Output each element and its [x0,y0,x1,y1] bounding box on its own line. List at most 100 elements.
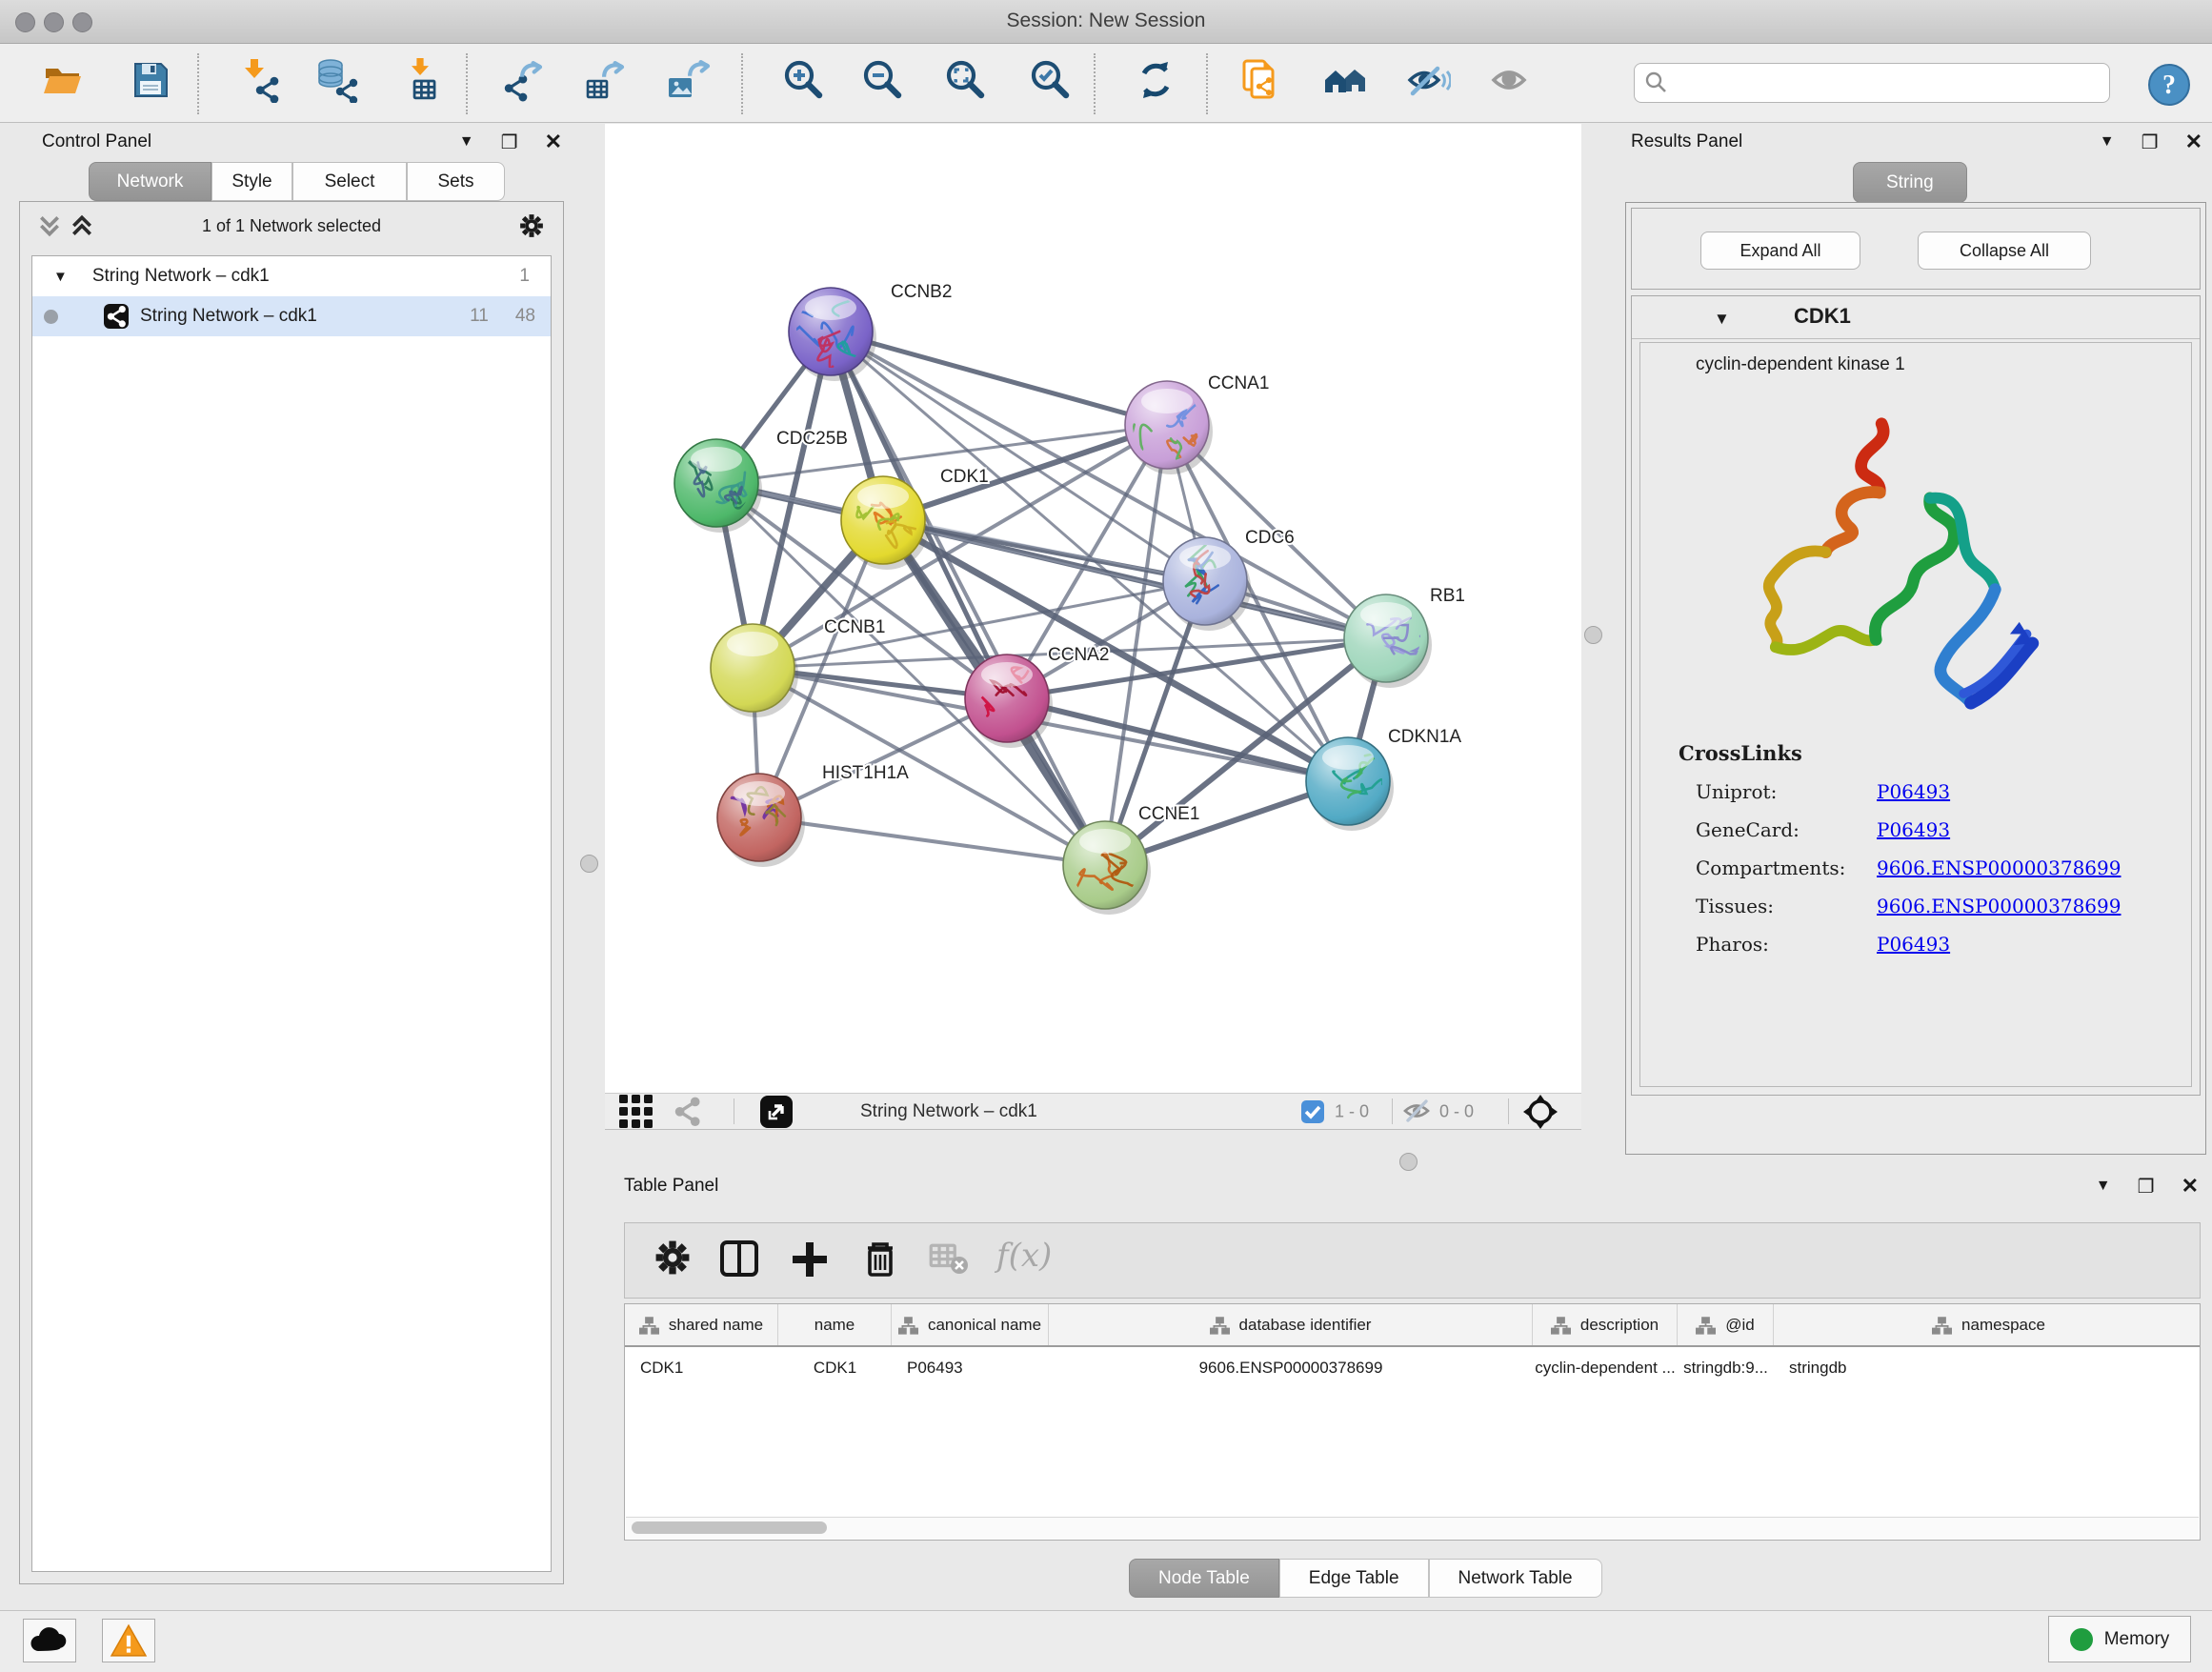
network-node-cdc6[interactable] [1163,537,1251,631]
save-session-button[interactable] [128,57,173,103]
tab-network-table[interactable]: Network Table [1429,1559,1602,1598]
tab-edge-table[interactable]: Edge Table [1279,1559,1429,1598]
delete-column-icon[interactable] [858,1237,908,1286]
network-edge[interactable] [831,332,1386,638]
tab-network[interactable]: Network [89,162,211,201]
tab-sets[interactable]: Sets [407,162,505,201]
hide-selection-button[interactable] [1405,57,1451,103]
cloud-status-button[interactable] [23,1619,76,1662]
cell-description[interactable]: cyclin-dependent ... [1533,1347,1678,1388]
tab-select[interactable]: Select [292,162,407,201]
network-node-ccna2[interactable] [965,655,1053,748]
expand-all-button[interactable]: Expand All [1700,232,1860,270]
column-header-name[interactable]: name [778,1304,892,1345]
birdseye-grid-icon[interactable] [619,1095,654,1129]
network-row[interactable]: String Network – cdk1 11 48 [32,296,551,336]
export-network-button[interactable] [499,57,545,103]
network-view-canvas[interactable]: CCNB2CCNA1CDC25BCDK1CDC6RB1CCNB1CCNA2CDK… [605,124,1581,1093]
tree-expand-triangle-icon[interactable]: ▼ [53,269,68,285]
panel-collapse-icon[interactable]: ▼ [459,133,474,151]
network-node-ccnb1[interactable] [711,624,798,717]
table-row[interactable]: CDK1CDK1P064939606.ENSP00000378699cyclin… [625,1347,2201,1388]
help-button[interactable]: ? [2147,63,2191,107]
network-edge[interactable] [831,332,1167,425]
memory-button[interactable]: Memory [2048,1616,2191,1662]
column-header-canonical-name[interactable]: canonical name [892,1304,1049,1345]
crosslink-value-link[interactable]: P06493 [1877,933,1950,956]
warnings-button[interactable] [102,1619,155,1662]
search-input[interactable] [1669,68,2109,98]
first-neighbors-button[interactable] [1322,57,1368,103]
tab-string[interactable]: String [1853,162,1967,203]
column-header-shared-name[interactable]: shared name [625,1304,778,1345]
column-header-database-identifier[interactable]: database identifier [1049,1304,1533,1345]
crosslink-row: Compartments: 9606.ENSP00000378699 [1679,856,2176,879]
gene-section-header[interactable]: ▼ CDK1 [1632,296,2200,339]
tab-style[interactable]: Style [211,162,292,201]
cell-database-identifier[interactable]: 9606.ENSP00000378699 [1049,1347,1533,1388]
right-splitter-handle[interactable] [1584,626,1602,644]
crosslink-value-link[interactable]: 9606.ENSP00000378699 [1877,856,2121,879]
network-node-hist1h1a[interactable] [716,774,805,867]
detach-view-icon[interactable] [760,1096,793,1128]
cell-namespace[interactable]: stringdb [1774,1347,2201,1388]
zoom-out-button[interactable] [859,57,905,103]
network-collection-row[interactable]: ▼ String Network – cdk1 1 [32,256,551,296]
column-header-description[interactable]: description [1533,1304,1678,1345]
collapse-all-button[interactable]: Collapse All [1918,232,2091,270]
import-table-button[interactable] [400,57,446,103]
network-edge[interactable] [753,668,1105,865]
panel-float-icon[interactable]: ❐ [501,131,518,154]
left-splitter-handle[interactable] [580,855,598,873]
crosslink-value-link[interactable]: 9606.ENSP00000378699 [1877,895,2121,917]
selected-checkbox-icon[interactable] [1300,1099,1325,1124]
network-node-rb1[interactable] [1344,594,1432,688]
network-options-gear-icon[interactable] [517,212,546,240]
panel-close-icon[interactable]: ✕ [2182,1174,2199,1199]
network-node-cdkn1a[interactable] [1306,737,1394,831]
column-header-namespace[interactable]: namespace [1774,1304,2201,1345]
table-settings-gear-icon[interactable] [652,1237,701,1286]
panel-float-icon[interactable]: ❐ [2138,1175,2155,1199]
import-network-file-button[interactable] [237,57,283,103]
new-network-from-selection-button[interactable] [1237,57,1283,103]
fit-selection-crosshair-icon[interactable] [1521,1093,1559,1131]
scrollbar-thumb[interactable] [632,1521,827,1534]
column-type-tree-icon [639,1316,659,1335]
tab-node-table[interactable]: Node Table [1129,1559,1279,1598]
panel-float-icon[interactable]: ❐ [2142,131,2159,154]
horizontal-scrollbar[interactable] [626,1517,2199,1539]
panel-close-icon[interactable]: ✕ [2185,130,2202,154]
export-table-button[interactable] [581,57,627,103]
cell-canonical-name[interactable]: P06493 [892,1347,1049,1388]
panel-collapse-icon[interactable]: ▼ [2096,1178,2111,1195]
crosslink-value-link[interactable]: P06493 [1877,780,1950,803]
cell-name[interactable]: CDK1 [778,1347,892,1388]
refresh-view-button[interactable] [1133,57,1178,103]
import-network-database-button[interactable] [315,57,361,103]
network-node-cdc25b[interactable] [674,439,762,533]
node-label-ccna1: CCNA1 [1208,373,1269,393]
open-session-button[interactable] [40,57,86,103]
network-edge[interactable] [759,817,1105,865]
column-header--id[interactable]: @id [1678,1304,1774,1345]
table-panel: Table Panel ▼ ❐ ✕ f(x) shared namename c… [617,1170,2212,1608]
network-edge[interactable] [1105,425,1167,865]
show-all-button[interactable] [1488,57,1534,103]
zoom-fit-button[interactable] [942,57,988,103]
panel-close-icon[interactable]: ✕ [545,130,562,154]
show-columns-icon[interactable] [718,1237,768,1286]
panel-collapse-icon[interactable]: ▼ [2100,133,2115,151]
cell-shared-name[interactable]: CDK1 [625,1347,778,1388]
export-image-button[interactable] [665,57,711,103]
search-box[interactable] [1634,63,2110,103]
horizontal-splitter-handle[interactable] [1399,1153,1418,1171]
section-collapse-triangle-icon[interactable]: ▼ [1714,310,1730,329]
zoom-selected-button[interactable] [1027,57,1073,103]
zoom-in-button[interactable] [780,57,826,103]
crosslink-value-link[interactable]: P06493 [1877,818,1950,841]
gene-name: CDK1 [1794,304,1851,329]
network-node-ccna1[interactable] [1125,381,1213,474]
cell--id[interactable]: stringdb:9... [1678,1347,1774,1388]
add-column-icon[interactable] [787,1237,836,1286]
